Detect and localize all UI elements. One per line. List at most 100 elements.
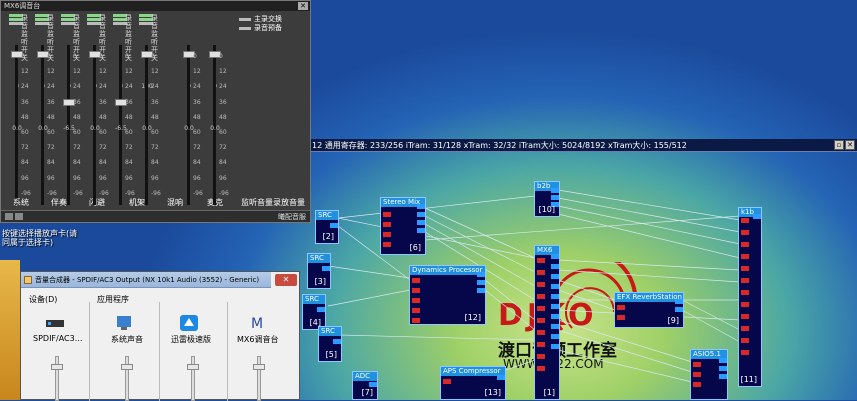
mixer-channel: 00.001224364860728496-96 xyxy=(205,11,229,211)
desktop-folder-icon[interactable] xyxy=(0,260,20,400)
output-pin[interactable] xyxy=(417,212,425,217)
block-number: [2] xyxy=(322,232,334,241)
block-title: APS Compressor xyxy=(441,367,505,376)
block-number: [12] xyxy=(464,313,481,322)
mixer-channel: 录音监听开关00.001224364860728496-96 xyxy=(7,11,31,211)
mixer-brand: 曦配音服 xyxy=(278,213,306,221)
block-src-4[interactable]: SRC [4] xyxy=(302,294,326,330)
channel-label: 录放音量 xyxy=(273,198,305,207)
mixer-title: MX6调音台 xyxy=(1,1,310,11)
fader-scale: 0 12 24 36 48 60 72 84 96 -96 xyxy=(151,53,161,197)
volume-mixer-title: 音量合成器 - SPDIF/AC3 Output (NX 10k1 Audio … xyxy=(21,272,271,288)
xunlei-icon xyxy=(180,315,198,331)
mixer-channel: 00.001224364860728496-96 xyxy=(179,11,203,211)
output-pin[interactable] xyxy=(417,228,425,233)
mixer-channel: 录音监听开关00.001224364860728496-96 xyxy=(33,11,57,211)
slider-thumb[interactable] xyxy=(121,364,133,370)
mx6-app-icon: M xyxy=(251,316,263,332)
block-title: SRC xyxy=(316,211,338,220)
output-pin[interactable] xyxy=(417,204,425,209)
sound-card-icon xyxy=(46,320,64,327)
block-asio51[interactable]: ASIO5.1 xyxy=(690,349,728,400)
volume-mixer-window: 音量合成器 - SPDIF/AC3 Output (NX 10k1 Audio … xyxy=(20,271,300,401)
close-button[interactable]: ✕ xyxy=(275,274,297,286)
block-title: EFX ReverbStation xyxy=(615,293,683,302)
divider xyxy=(89,302,90,401)
close-icon[interactable]: ✕ xyxy=(298,2,308,10)
block-number: [11] xyxy=(740,375,757,384)
system-sounds-slider[interactable] xyxy=(125,356,129,401)
block-number: [5] xyxy=(325,350,337,359)
fader-scale: 0 12 24 36 48 60 72 84 96 -96 xyxy=(219,53,229,197)
speaker-icon xyxy=(24,276,32,284)
app-name-mx6: MX6调音台 xyxy=(237,335,279,344)
mixer-channel: 录音监听开关0-6.501224364860728496-96 xyxy=(111,11,135,211)
left-arrow-icon[interactable] xyxy=(5,213,13,220)
block-stereo-mix[interactable]: Stereo Mix [6] xyxy=(380,197,426,255)
slider-thumb[interactable] xyxy=(187,364,199,370)
block-src-3[interactable]: SRC [3] xyxy=(307,253,331,289)
mixer-window: MX6调音台 ✕ 录音监听开关00.001224364860728496-96系… xyxy=(0,0,311,223)
block-number: [6] xyxy=(409,243,421,252)
block-dynamics-processor[interactable]: Dynamics Processor [12] xyxy=(409,265,486,325)
input-pin[interactable] xyxy=(383,232,391,237)
mixer-channel: 录音监听开关00.001224364860728496-96 xyxy=(85,11,109,211)
divider xyxy=(227,302,228,401)
fader-scale: 0 12 24 36 48 60 72 84 96 -96 xyxy=(125,53,135,197)
fader-scale: 0 12 24 36 48 60 72 84 96 -96 xyxy=(21,53,31,197)
input-pin[interactable] xyxy=(383,222,391,227)
fader-scale: 0 12 24 36 48 60 72 84 96 -96 xyxy=(47,53,57,197)
block-src-5[interactable]: SRC [5] xyxy=(318,326,342,362)
mixer-channel: 录音监听开关1000.001224364860728496-96 xyxy=(137,11,161,211)
block-title: SRC xyxy=(319,327,341,336)
slider-thumb[interactable] xyxy=(253,364,265,370)
right-arrow-icon[interactable] xyxy=(15,213,23,220)
fader-scale: 0 12 24 36 48 60 72 84 96 -96 xyxy=(99,53,109,197)
channel-label: 监听音量 xyxy=(241,198,273,207)
device-volume-slider[interactable] xyxy=(55,356,59,401)
switch-record-ready[interactable]: 录音预备 xyxy=(239,24,282,33)
app-name-system-sounds: 系统声音 xyxy=(111,335,143,344)
block-efx-reverbstation[interactable]: EFX ReverbStation [9] xyxy=(614,292,684,328)
tooltip: 按键选择播放声卡(请 同属于选择卡) xyxy=(2,229,77,247)
block-adc[interactable]: ADC [7] xyxy=(352,371,378,400)
fader-scale: 0 12 24 36 48 60 72 84 96 -96 xyxy=(73,53,83,197)
block-title: SRC xyxy=(303,295,325,304)
block-number: [10] xyxy=(538,205,555,214)
block-number: [13] xyxy=(484,388,501,397)
output-pin[interactable] xyxy=(551,195,559,200)
app-name-xunlei: 迅雷极速版 xyxy=(171,335,211,344)
block-number: [1] xyxy=(543,388,555,397)
block-mx6[interactable]: MX6 [1] xyxy=(534,245,560,400)
device-select[interactable]: SPDIF/AC3... xyxy=(33,334,82,343)
block-title: SRC xyxy=(308,254,330,263)
block-k1b[interactable]: k1b [11] xyxy=(738,207,762,387)
mixer-switches: 主录交换 录音预备 xyxy=(239,15,282,33)
block-number: [9] xyxy=(667,316,679,325)
output-pin[interactable] xyxy=(417,220,425,225)
slider-thumb[interactable] xyxy=(51,364,63,370)
mx6-slider[interactable] xyxy=(257,356,261,401)
block-number: [3] xyxy=(314,277,326,286)
mixer-channel: 录音监听开关0-6.501224364860728496-96 xyxy=(59,11,83,211)
fader-scale: 0 12 24 36 48 60 72 84 96 -96 xyxy=(193,53,203,197)
input-pin[interactable] xyxy=(383,212,391,217)
block-b2b[interactable]: b2b [10] xyxy=(534,181,560,217)
system-sounds-icon xyxy=(117,316,131,330)
tooltip-line: 同属于选择卡) xyxy=(2,238,54,247)
block-src-2[interactable]: SRC [2] xyxy=(315,210,339,244)
block-aps-compressor[interactable]: APS Compressor [13] xyxy=(440,366,506,400)
output-pin[interactable] xyxy=(551,188,559,193)
device-group-label: 设备(D) xyxy=(29,295,58,304)
xunlei-slider[interactable] xyxy=(191,356,195,401)
apps-group-label: 应用程序 xyxy=(97,295,129,304)
block-title: ADC xyxy=(353,372,377,381)
mixer-bottom-bar: 曦配音服 xyxy=(1,210,310,222)
channel-label: 系统 xyxy=(13,198,29,207)
tooltip-line: 按键选择播放声卡(请 xyxy=(2,229,78,238)
svg-text:M: M xyxy=(251,316,263,332)
output-pin[interactable] xyxy=(330,223,338,228)
input-pin[interactable] xyxy=(383,242,391,247)
switch-main-record[interactable]: 主录交换 xyxy=(239,15,282,24)
block-title: Dynamics Processor xyxy=(410,266,485,275)
